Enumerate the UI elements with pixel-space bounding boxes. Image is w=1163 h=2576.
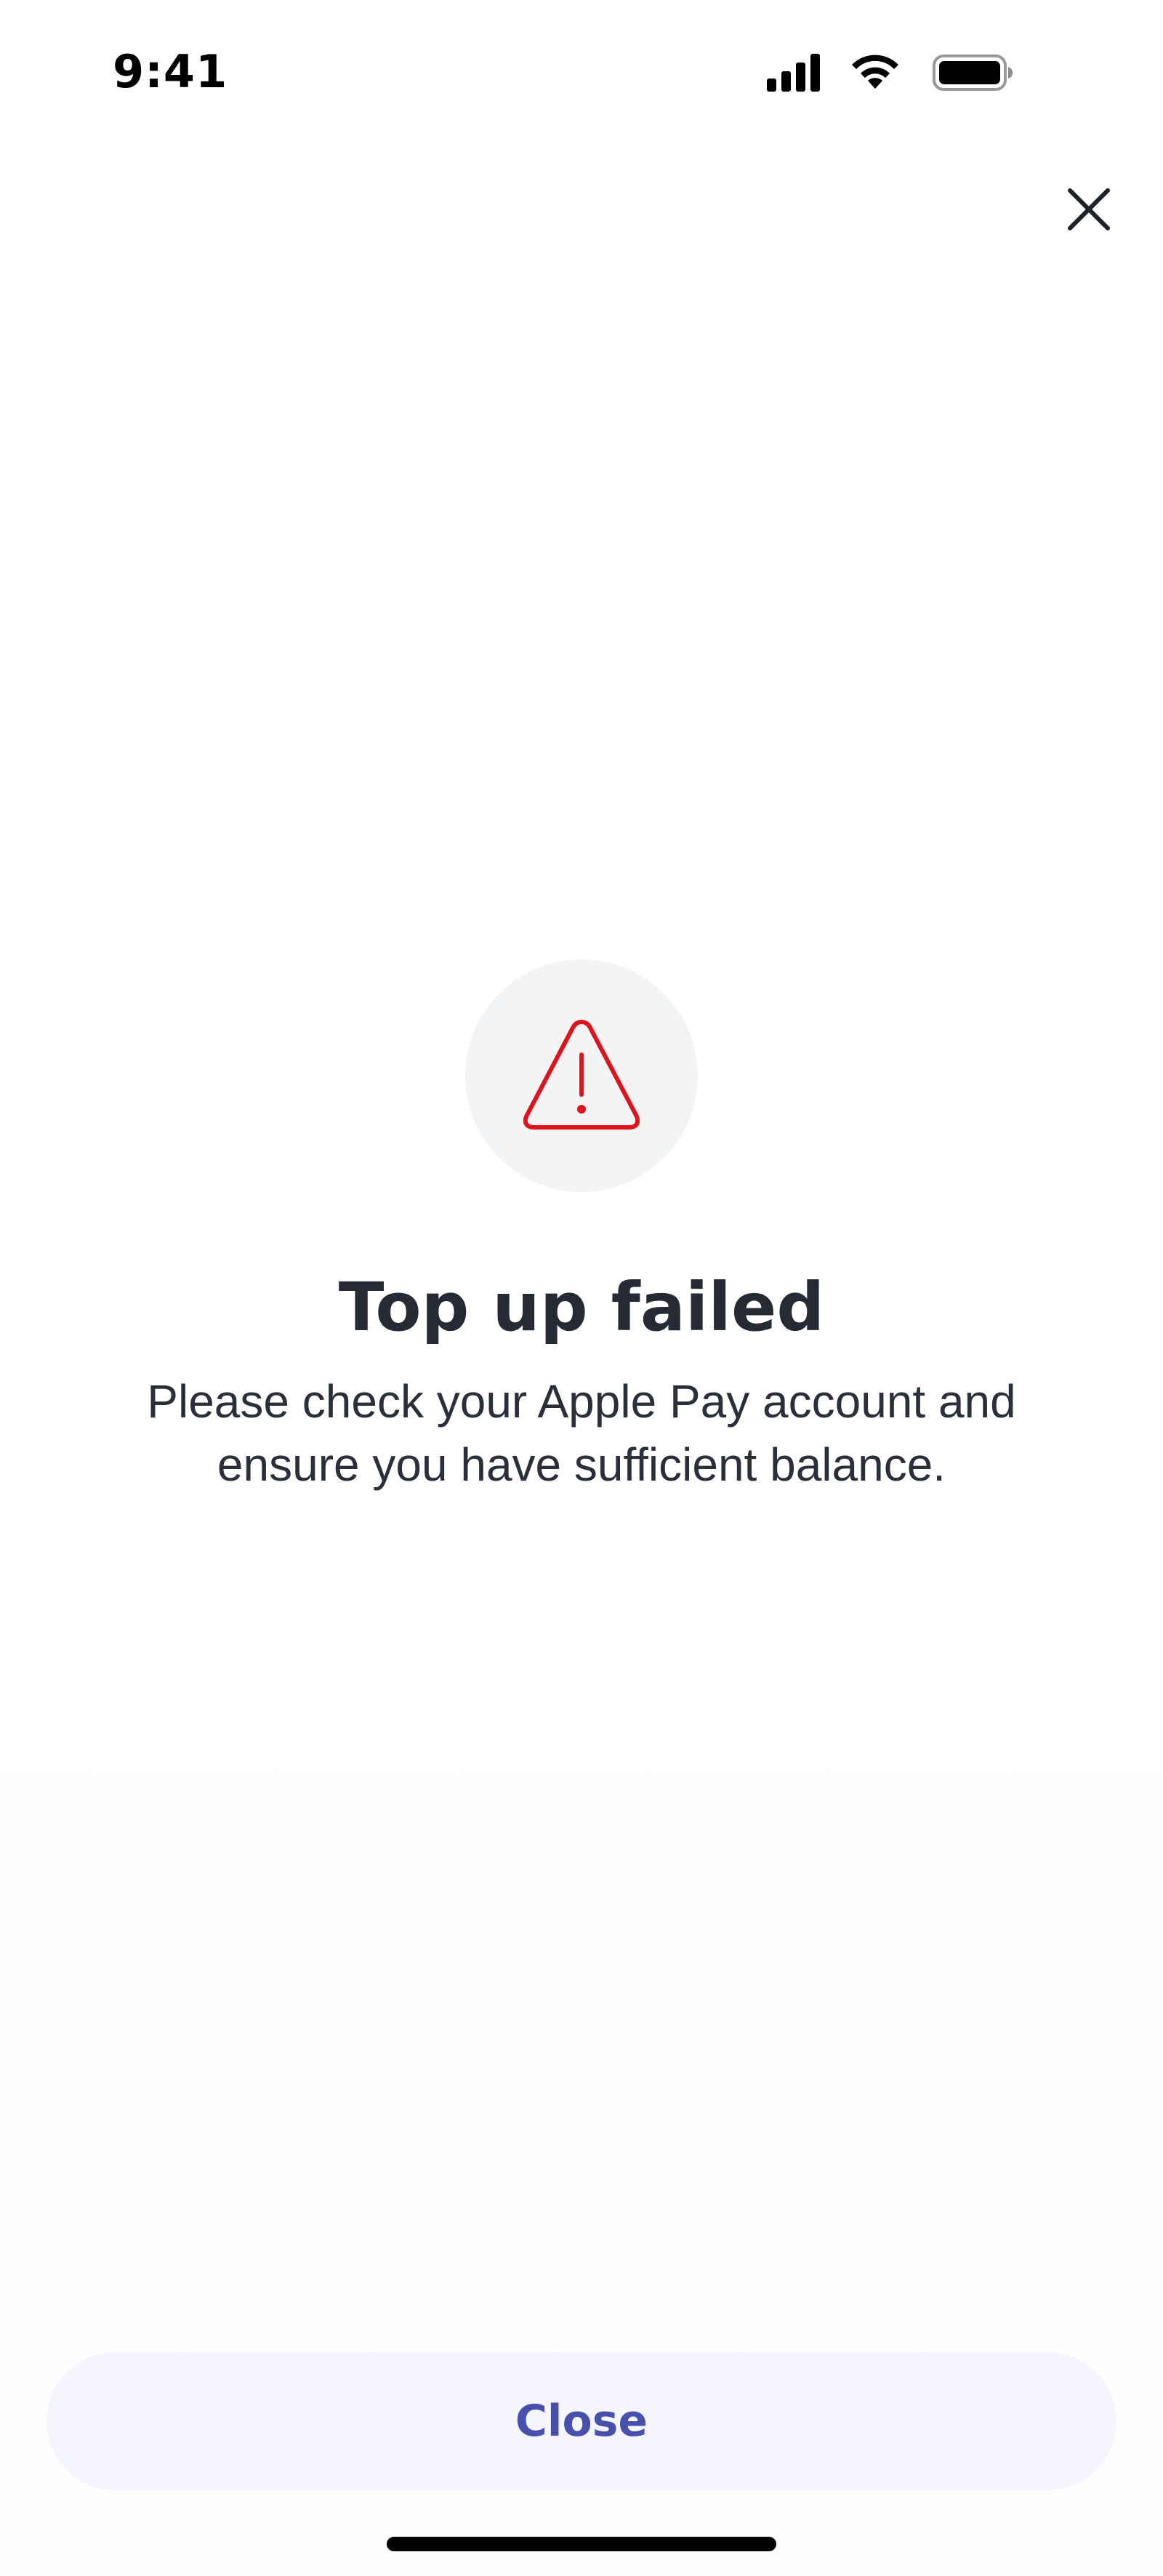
alert-icon-circle bbox=[465, 959, 698, 1192]
status-icons bbox=[767, 52, 1079, 96]
page-title: Top up failed bbox=[338, 1268, 825, 1346]
wifi-icon bbox=[848, 52, 902, 97]
close-button-label: Close bbox=[515, 2396, 648, 2447]
warning-triangle-icon bbox=[523, 1020, 640, 1130]
error-message-line-2: ensure you have sufficient balance. bbox=[217, 1438, 946, 1491]
cellular-signal-icon bbox=[767, 52, 822, 97]
error-message: Please check your Apple Pay account and … bbox=[73, 1370, 1090, 1497]
close-button[interactable]: Close bbox=[47, 2352, 1116, 2490]
home-indicator bbox=[387, 2537, 776, 2551]
error-message-line-1: Please check your Apple Pay account and bbox=[147, 1375, 1016, 1428]
close-icon[interactable] bbox=[1061, 182, 1116, 237]
status-time: 9:41 bbox=[113, 45, 228, 98]
top-up-failed-screen: 9:41 Top up failed Please check your App… bbox=[0, 0, 1163, 2576]
status-bar: 9:41 bbox=[0, 0, 1163, 145]
battery-icon bbox=[933, 52, 1014, 97]
